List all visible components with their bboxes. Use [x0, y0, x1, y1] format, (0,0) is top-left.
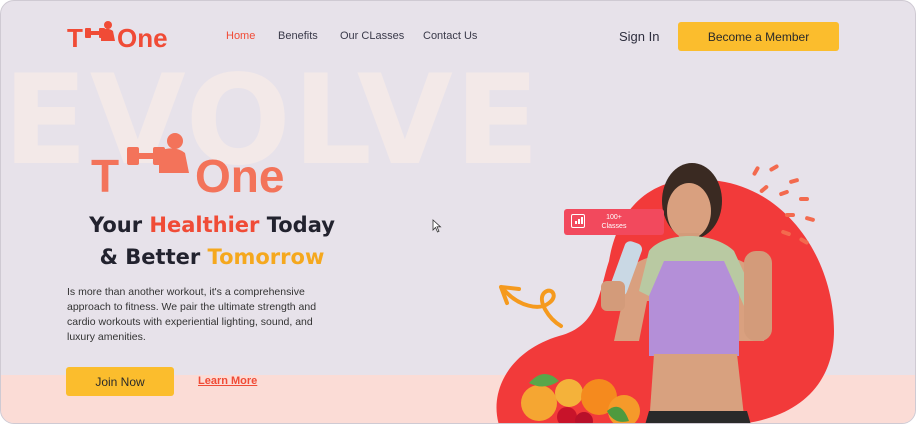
nav-contact-us[interactable]: Contact Us: [423, 30, 477, 42]
classes-count: 100+: [606, 214, 622, 221]
logo-word-one: One: [117, 23, 168, 53]
logo-letter-t: T: [67, 23, 83, 53]
nav-our-classes[interactable]: Our CLasses: [340, 30, 404, 42]
app-frame: EVOLVE T One Home Benefits Our CLasses C…: [0, 0, 916, 424]
headline-better: & Better: [99, 245, 208, 269]
nav-benefits[interactable]: Benefits: [278, 30, 318, 42]
headline-line-2: & Better Tomorrow: [67, 241, 357, 273]
headline-healthier: Healthier: [149, 213, 260, 237]
hero-logo: T One: [91, 131, 331, 202]
classes-badge: 100+ Classes: [564, 209, 664, 235]
headline-today: Today: [259, 213, 335, 237]
hero-artwork: [496, 163, 834, 423]
nav-home[interactable]: Home: [226, 30, 255, 42]
hero-logo-word-one: One: [195, 150, 285, 202]
headline-tomorrow: Tomorrow: [207, 245, 325, 269]
mouse-cursor-icon: [432, 219, 442, 233]
headline-line-1: Your Healthier Today: [67, 209, 357, 241]
classes-label: Classes: [601, 223, 627, 230]
brand-logo[interactable]: T One: [67, 19, 187, 55]
hero-headline: Your Healthier Today & Better Tomorrow: [67, 209, 357, 273]
join-now-button[interactable]: Join Now: [66, 367, 174, 396]
hero-description: Is more than another workout, it's a com…: [67, 286, 317, 343]
dumbbell-person-icon: [85, 21, 115, 41]
become-member-button[interactable]: Become a Member: [678, 22, 839, 51]
hero-dumbbell-person-icon: [127, 133, 189, 173]
chart-monitor-icon: [571, 214, 585, 228]
headline-your: Your: [89, 213, 150, 237]
sign-in-link[interactable]: Sign In: [619, 29, 659, 44]
curly-arrow-icon: [499, 285, 563, 328]
classes-badge-text: 100+ Classes: [594, 213, 634, 231]
hero-logo-letter-t: T: [91, 150, 120, 202]
learn-more-link[interactable]: Learn More: [198, 375, 257, 387]
